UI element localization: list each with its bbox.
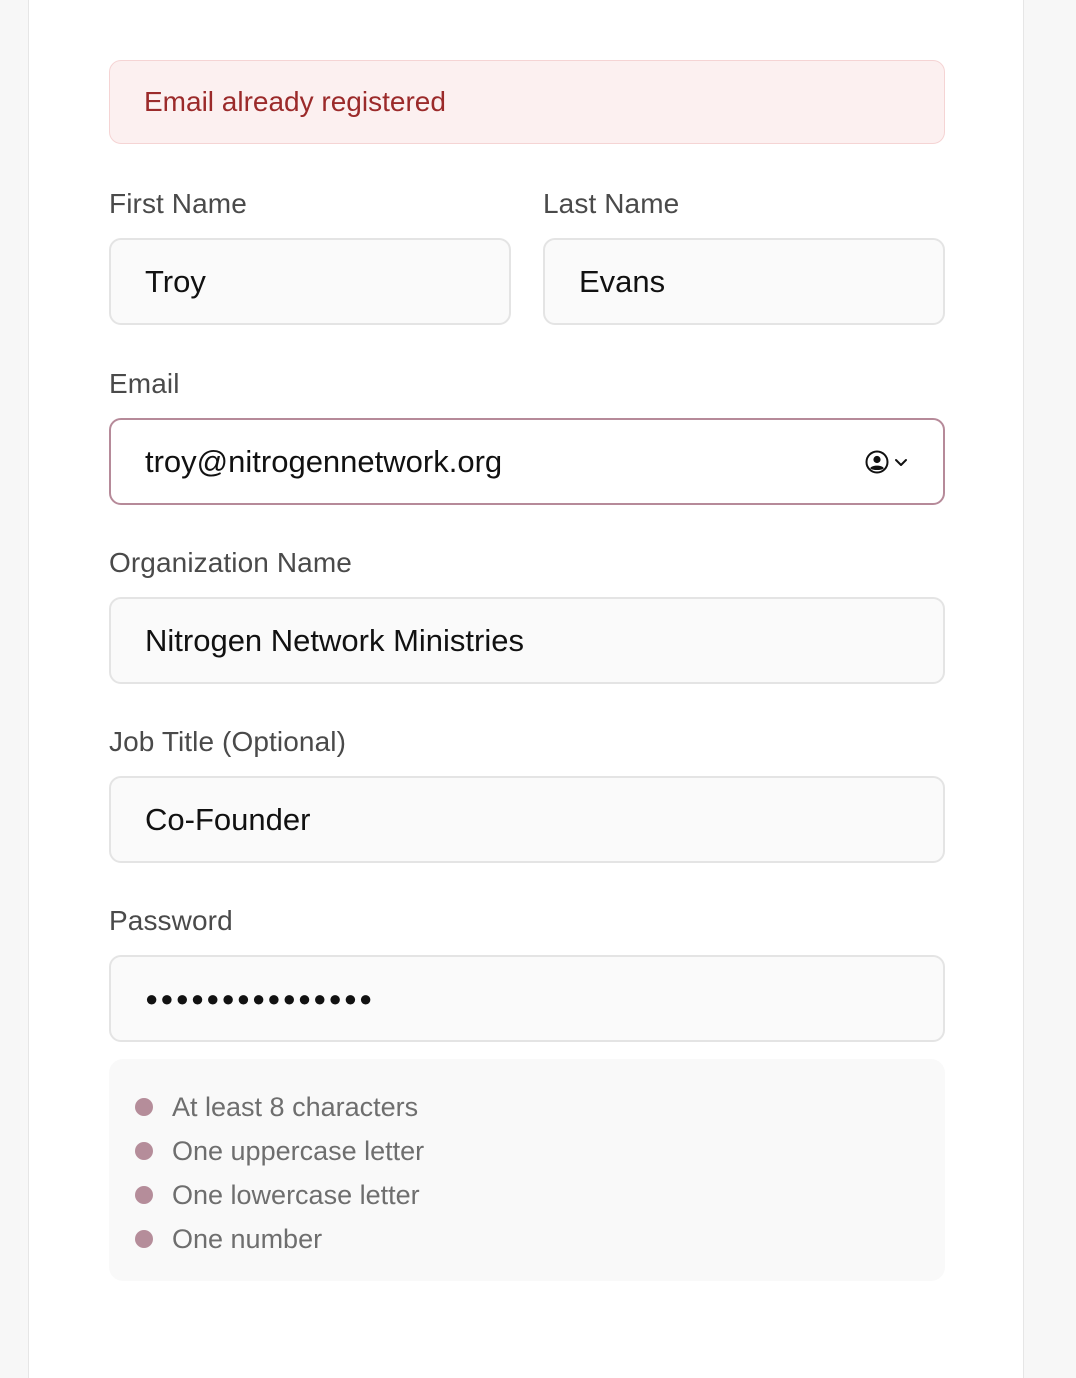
- requirement-text: One uppercase letter: [172, 1135, 425, 1166]
- first-name-field: First Name Troy: [109, 185, 511, 325]
- requirement-bullet-icon: [135, 1098, 153, 1116]
- job-title-input[interactable]: Co-Founder: [109, 776, 945, 863]
- organization-field: Organization Name Nitrogen Network Minis…: [109, 544, 945, 684]
- error-alert: Email already registered: [109, 60, 945, 144]
- job-title-label: Job Title (Optional): [109, 726, 346, 757]
- requirement-bullet-icon: [135, 1142, 153, 1160]
- requirement-text: One lowercase letter: [172, 1179, 420, 1210]
- last-name-input[interactable]: Evans: [543, 238, 945, 325]
- email-field: Email troy@nitrogennetwork.org: [109, 365, 945, 505]
- password-field: Password ●●●●●●●●●●●●●●●: [109, 902, 945, 1042]
- password-label: Password: [109, 905, 233, 936]
- contact-card-icon: [865, 450, 889, 473]
- organization-input[interactable]: Nitrogen Network Ministries: [109, 597, 945, 684]
- contact-autofill-button[interactable]: [865, 450, 909, 474]
- last-name-value: Evans: [579, 263, 666, 299]
- email-label: Email: [109, 368, 180, 399]
- last-name-field: Last Name Evans: [543, 185, 945, 325]
- requirement-bullet-icon: [135, 1186, 153, 1204]
- job-title-value: Co-Founder: [145, 801, 311, 837]
- password-input[interactable]: ●●●●●●●●●●●●●●●: [109, 955, 945, 1042]
- job-title-field: Job Title (Optional) Co-Founder: [109, 723, 945, 863]
- name-row: First Name Troy Last Name Evans: [109, 185, 945, 325]
- requirement-item: One number: [135, 1217, 919, 1261]
- requirement-item: At least 8 characters: [135, 1085, 919, 1129]
- requirement-bullet-icon: [135, 1230, 153, 1248]
- chevron-down-icon: [895, 458, 907, 466]
- email-value: troy@nitrogennetwork.org: [145, 443, 503, 479]
- requirement-item: One uppercase letter: [135, 1129, 919, 1173]
- requirement-item: One lowercase letter: [135, 1173, 919, 1217]
- organization-label: Organization Name: [109, 547, 352, 578]
- password-requirements: At least 8 characters One uppercase lett…: [109, 1059, 945, 1281]
- email-input[interactable]: troy@nitrogennetwork.org: [109, 418, 945, 505]
- signup-form: Email already registered First Name Troy…: [109, 60, 945, 1281]
- first-name-value: Troy: [145, 263, 206, 299]
- first-name-input[interactable]: Troy: [109, 238, 511, 325]
- first-name-label: First Name: [109, 188, 247, 219]
- requirement-text: At least 8 characters: [172, 1091, 419, 1122]
- organization-value: Nitrogen Network Ministries: [145, 622, 524, 658]
- signup-card: Email already registered First Name Troy…: [28, 0, 1024, 1378]
- password-value: ●●●●●●●●●●●●●●●: [145, 985, 375, 1011]
- last-name-label: Last Name: [543, 188, 680, 219]
- requirement-text: One number: [172, 1223, 323, 1254]
- error-alert-message: Email already registered: [144, 86, 446, 117]
